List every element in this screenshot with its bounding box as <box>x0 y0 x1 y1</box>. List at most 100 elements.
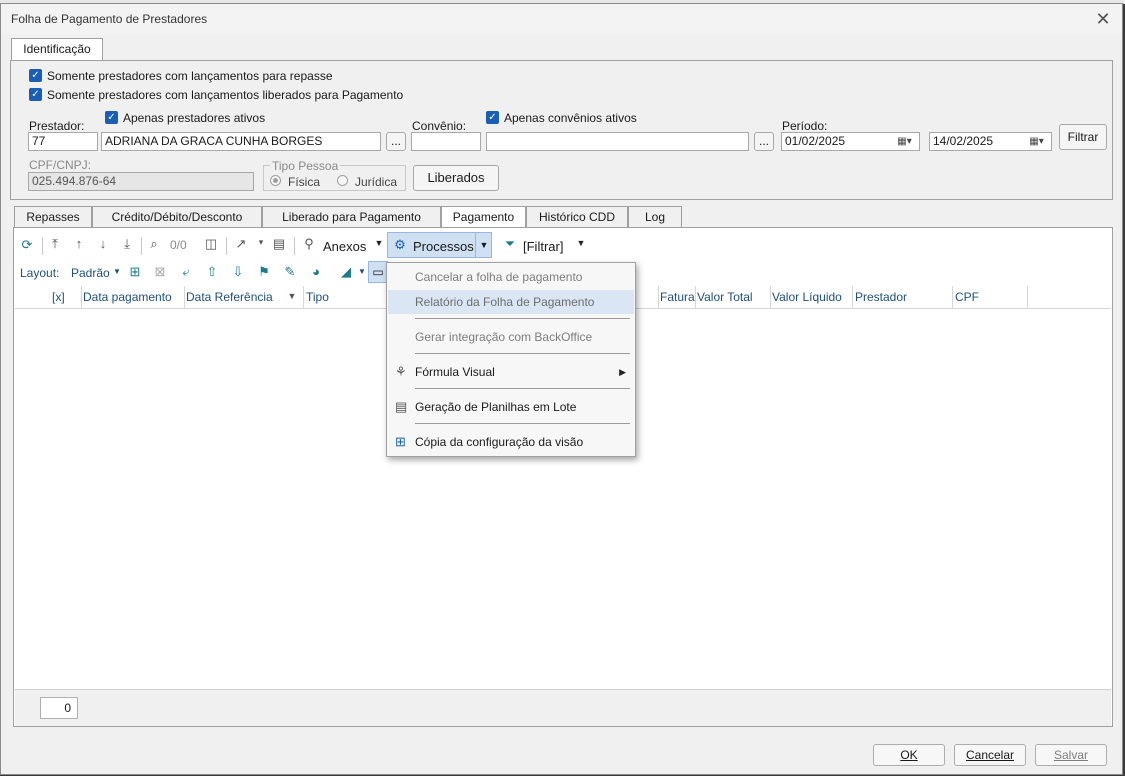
tipo-pessoa-label: Tipo Pessoa <box>270 159 341 173</box>
date-from-field[interactable]: 01/02/2025 <box>781 132 891 151</box>
column-separator <box>303 286 304 308</box>
menu-item-gerar-integracao[interactable]: Gerar integração com BackOffice <box>388 325 634 349</box>
tab-identificacao[interactable]: Identificação <box>11 38 103 61</box>
paperclip-icon[interactable]: ⚲ <box>300 236 318 252</box>
convenio-lookup-button[interactable]: ... <box>754 132 774 151</box>
column-separator <box>695 286 696 308</box>
save-layout-icon[interactable]: ⤶ <box>177 264 195 280</box>
col-select-all[interactable]: [x] <box>52 290 65 304</box>
col-fatura[interactable]: Fatura <box>660 290 695 304</box>
pin-icon[interactable]: ⚑ <box>255 264 273 280</box>
radio-juridica[interactable] <box>337 175 348 186</box>
tab-repasses[interactable]: Repasses <box>14 206 92 228</box>
row-count-field: 0 <box>40 697 78 719</box>
menu-item-formula-visual[interactable]: ⚘ Fórmula Visual ▶ <box>388 360 634 384</box>
tab-historico-cdd[interactable]: Histórico CDD <box>526 206 628 228</box>
download-layout-icon[interactable]: ⇩ <box>229 264 247 280</box>
cpf-label: CPF/CNPJ: <box>29 158 92 172</box>
upload-layout-icon[interactable]: ⇧ <box>203 264 221 280</box>
radio-fisica[interactable] <box>270 175 281 186</box>
checkbox-repasse[interactable]: ✓ <box>29 69 42 82</box>
col-prestador[interactable]: Prestador <box>855 290 907 304</box>
filtrar-dropdown-icon[interactable]: ▼ <box>572 238 590 248</box>
tab-credito-debito[interactable]: Crédito/Débito/Desconto <box>92 206 262 228</box>
prestador-label: Prestador: <box>29 119 85 133</box>
title-bar: Folha de Pagamento de Prestadores ✕ <box>1 4 1122 34</box>
toolbar-separator <box>226 237 227 255</box>
processos-label: Processos <box>413 239 474 254</box>
move-down-icon[interactable]: ↓ <box>94 236 112 251</box>
move-first-icon[interactable]: ⤒ <box>46 236 64 252</box>
column-separator <box>1027 286 1028 308</box>
checkbox-liberados[interactable]: ✓ <box>29 88 42 101</box>
col-data-pagamento[interactable]: Data pagamento <box>83 290 172 304</box>
column-separator <box>658 286 659 308</box>
menu-item-label: Fórmula Visual <box>415 365 495 379</box>
filter-icon[interactable]: ⏷ <box>501 236 519 252</box>
prestador-lookup-button[interactable]: ... <box>386 132 406 151</box>
tab-liberado[interactable]: Liberado para Pagamento <box>262 206 441 228</box>
col-valor-liquido[interactable]: Valor Líquido <box>772 290 842 304</box>
convenio-name-field[interactable] <box>486 132 749 151</box>
color-icon[interactable]: ◕ <box>307 264 325 279</box>
liberados-button[interactable]: Liberados <box>413 165 499 191</box>
radio-fisica-label: Física <box>288 175 321 189</box>
anexos-button[interactable]: Anexos <box>323 239 366 254</box>
menu-item-label: Relatório da Folha de Pagamento <box>415 295 595 309</box>
refresh-icon[interactable]: ⟳ <box>18 237 36 253</box>
prestador-code-field[interactable]: 77 <box>28 132 98 151</box>
layout-dropdown-icon[interactable]: ▼ <box>108 267 126 276</box>
filtrar-toolbar-button[interactable]: [Filtrar] <box>523 239 563 254</box>
document-icon[interactable]: ▤ <box>270 236 288 252</box>
menu-separator <box>415 353 630 354</box>
cpf-field: 025.494.876-64 <box>28 172 254 191</box>
delete-layout-icon[interactable]: ⊠ <box>151 264 169 280</box>
salvar-button-label: Salvar <box>1053 748 1088 762</box>
panel-toggle-icon[interactable]: ▭ <box>368 261 388 283</box>
search-icon[interactable]: ⌕ <box>145 236 163 252</box>
ok-button-label: OK <box>900 748 918 762</box>
move-up-icon[interactable]: ↑ <box>70 236 88 251</box>
export-dropdown-icon[interactable]: ▾ <box>252 237 270 248</box>
column-separator <box>81 286 82 308</box>
paint-icon[interactable]: ✎ <box>281 264 299 280</box>
close-icon[interactable]: ✕ <box>1092 8 1114 30</box>
menu-item-label: Gerar integração com BackOffice <box>415 330 593 344</box>
col-valor-total[interactable]: Valor Total <box>697 290 753 304</box>
prestador-name-field[interactable]: ADRIANA DA GRACA CUNHA BORGES <box>101 132 381 151</box>
checkbox-apenas-prestadores[interactable]: ✓ <box>105 111 118 124</box>
columns-icon[interactable]: ◫ <box>202 236 220 252</box>
tab-log[interactable]: Log <box>628 206 682 228</box>
menu-item-relatorio-folha[interactable]: Relatório da Folha de Pagamento <box>388 290 634 314</box>
col-data-referencia[interactable]: Data Referência <box>186 290 273 304</box>
col-tipo[interactable]: Tipo <box>306 290 329 304</box>
sort-desc-icon[interactable]: ▼ <box>283 291 301 301</box>
column-separator <box>770 286 771 308</box>
salvar-button[interactable]: Salvar <box>1035 744 1107 766</box>
col-cpf[interactable]: CPF <box>955 290 979 304</box>
convenio-code-field[interactable] <box>411 132 481 151</box>
menu-separator <box>415 318 630 319</box>
export-icon[interactable]: ↗ <box>232 236 250 252</box>
checkbox-apenas-convenios[interactable]: ✓ <box>486 111 499 124</box>
date-to-field[interactable]: 14/02/2025 <box>929 132 1023 151</box>
column-separator <box>852 286 853 308</box>
column-separator <box>952 286 953 308</box>
processos-dropdown-icon[interactable]: ▼ <box>475 232 492 258</box>
add-layout-icon[interactable]: ⊞ <box>126 264 144 280</box>
processos-menu: Cancelar a folha de pagamento Relatório … <box>386 262 636 457</box>
checkbox-repasse-label: Somente prestadores com lançamentos para… <box>47 69 333 83</box>
layout-select[interactable]: Padrão <box>71 266 110 280</box>
date-from-calendar-icon[interactable]: ▦▾ <box>890 132 920 151</box>
tab-pagamento[interactable]: Pagamento <box>441 206 526 229</box>
filtrar-button[interactable]: Filtrar <box>1059 124 1107 150</box>
ok-button[interactable]: OK <box>873 744 945 766</box>
menu-item-cancelar-folha[interactable]: Cancelar a folha de pagamento <box>388 265 634 289</box>
anexos-dropdown-icon[interactable]: ▼ <box>370 238 388 248</box>
cancelar-button[interactable]: Cancelar <box>954 744 1026 766</box>
move-last-icon[interactable]: ⤓ <box>118 236 136 252</box>
date-to-calendar-icon[interactable]: ▦▾ <box>1022 132 1052 151</box>
menu-item-geracao-planilhas[interactable]: ▤ Geração de Planilhas em Lote <box>388 395 634 419</box>
menu-item-copia-configuracao[interactable]: ⊞ Cópia da configuração da visão <box>388 430 634 454</box>
copy-config-icon: ⊞ <box>395 434 406 449</box>
